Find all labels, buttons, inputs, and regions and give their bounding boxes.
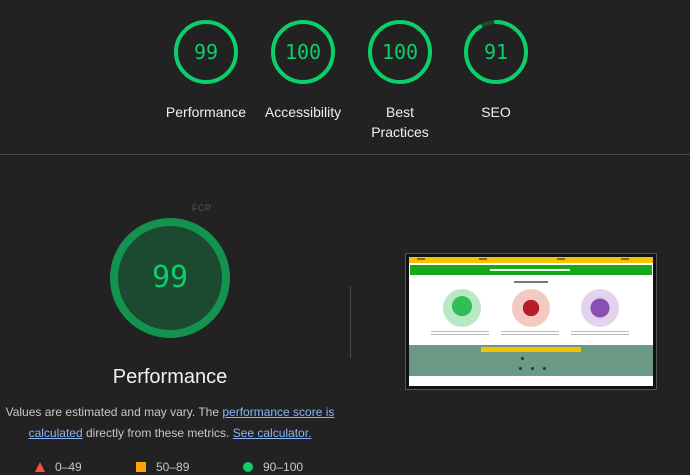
legend-item-pass: 90–100 <box>243 460 303 474</box>
legend-range: 90–100 <box>263 460 304 474</box>
desc-text: directly from these metrics. <box>82 426 233 440</box>
thumbnail-page <box>409 257 653 386</box>
gauge-label: Performance <box>165 104 247 120</box>
performance-score: 99 <box>151 260 189 295</box>
gauge-score: 91 <box>483 40 509 64</box>
performance-description: Values are estimated and may vary. The p… <box>0 402 340 444</box>
page-screenshot-thumbnail[interactable] <box>405 253 657 390</box>
score-legend: 0–49 50–89 90–100 <box>0 460 690 475</box>
gauge-score: 100 <box>284 40 322 64</box>
thumbnail-banner <box>410 265 652 275</box>
legend-item-fail: 0–49 <box>35 460 82 474</box>
legend-range: 50–89 <box>156 460 190 474</box>
vertical-divider <box>350 286 351 358</box>
gauge-score: 100 <box>381 40 419 64</box>
calculator-link[interactable]: See calculator. <box>233 426 312 440</box>
thumbnail-nav <box>409 257 653 263</box>
gauge-best-practices[interactable]: 100 Best Practices <box>350 18 450 142</box>
square-icon <box>136 462 146 472</box>
legend-range: 0–49 <box>55 460 82 474</box>
thumbnail-product-image <box>443 289 481 327</box>
section-divider <box>0 154 690 155</box>
gauge-label-line-1: Best <box>385 104 414 120</box>
thumbnail-subheading <box>514 281 548 283</box>
gauge-label-line-2: Practices <box>371 124 429 140</box>
gauge-label: SEO <box>481 104 511 120</box>
gauge-score: 99 <box>193 40 219 64</box>
legend-item-average: 50–89 <box>136 460 189 474</box>
circle-icon <box>243 462 253 472</box>
gauge-accessibility[interactable]: 100 Accessibility <box>253 18 353 122</box>
gauge-label: Best Practices <box>350 102 450 142</box>
performance-title: Performance <box>112 366 228 388</box>
thumbnail-footer <box>409 345 653 376</box>
triangle-icon <box>35 462 45 472</box>
gauge-label: Accessibility <box>264 104 342 120</box>
gauge-performance[interactable]: 99 Performance <box>156 18 256 122</box>
category-gauges: 99 Performance 100 Accessibility 100 Bes… <box>0 0 690 155</box>
metric-label-fcp: FCP <box>192 203 212 213</box>
thumbnail-product-image <box>581 289 619 327</box>
thumbnail-product-image <box>512 289 550 327</box>
gauge-seo[interactable]: 91 SEO <box>446 18 546 122</box>
desc-text: Values are estimated and may vary. The <box>5 405 223 419</box>
